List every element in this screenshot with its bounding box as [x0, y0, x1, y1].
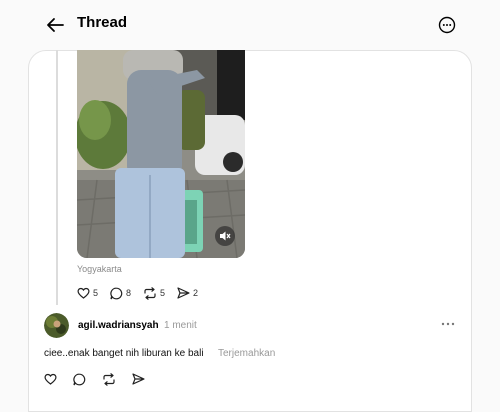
repost-count: 5 — [160, 288, 166, 298]
heart-icon — [44, 373, 57, 385]
reply-repost-button[interactable] — [102, 372, 116, 386]
mute-icon — [220, 231, 231, 241]
share-count: 2 — [193, 288, 199, 298]
translate-link[interactable]: Terjemahkan — [218, 348, 275, 359]
post-location[interactable]: Yogyakarta — [77, 264, 122, 274]
avatar-image — [44, 313, 69, 338]
page-title: Thread — [77, 14, 128, 31]
like-count: 5 — [93, 288, 99, 298]
thread-connector-line — [56, 50, 58, 305]
repost-button[interactable]: 5 — [143, 286, 166, 300]
heart-icon — [77, 287, 90, 299]
reply-like-button[interactable] — [44, 373, 57, 385]
repost-icon — [144, 286, 156, 300]
comment-count: 8 — [126, 288, 132, 298]
reply-share-button[interactable] — [132, 373, 145, 385]
comment-icon — [73, 373, 86, 385]
post-actions: 5 8 5 2 — [77, 285, 210, 301]
top-bar: Thread — [0, 0, 500, 50]
comment-button[interactable]: 8 — [110, 287, 131, 300]
more-circle-icon[interactable] — [438, 16, 456, 34]
mute-button[interactable] — [215, 226, 235, 246]
avatar[interactable] — [44, 313, 69, 338]
like-button[interactable]: 5 — [77, 287, 98, 299]
arrow-left-icon[interactable] — [44, 14, 66, 36]
post-video[interactable] — [77, 50, 245, 258]
comment-icon — [110, 287, 123, 299]
reply-text: ciee..enak banget nih liburan ke bali — [44, 348, 204, 359]
repost-icon — [103, 372, 115, 386]
reply-username[interactable]: agil.wadriansyah — [78, 320, 159, 331]
share-button[interactable]: 2 — [177, 287, 198, 299]
reply-comment-button[interactable] — [73, 373, 86, 386]
send-icon — [132, 373, 145, 385]
send-icon — [177, 287, 190, 299]
reply-actions — [44, 371, 161, 387]
reply-timestamp: 1 menit — [164, 320, 197, 331]
more-horizontal-icon[interactable] — [440, 318, 456, 330]
